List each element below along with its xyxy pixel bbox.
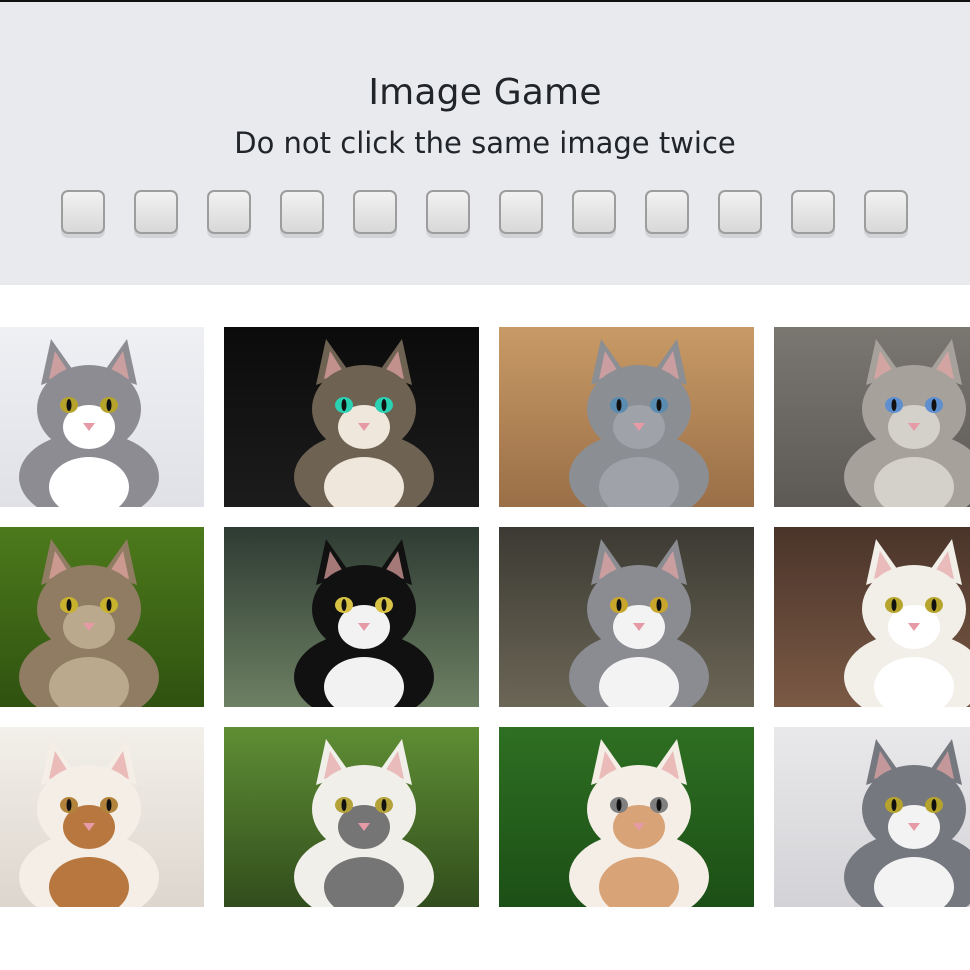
cat-photo [224, 527, 479, 707]
cat-photo [0, 327, 204, 507]
gray-white-cat-image[interactable] [0, 327, 204, 507]
score-box [61, 190, 105, 234]
score-box [280, 190, 324, 234]
cat-photo [499, 527, 754, 707]
cat-photo [774, 527, 970, 707]
score-box [499, 190, 543, 234]
score-box [645, 190, 689, 234]
gray-kitten-blanket-image[interactable] [774, 727, 970, 907]
score-box [426, 190, 470, 234]
cat-photo [0, 527, 204, 707]
orange-white-cat-grass-image[interactable] [499, 727, 754, 907]
score-box [864, 190, 908, 234]
tabby-cat-in-flowers-image[interactable] [0, 527, 204, 707]
score-box [791, 190, 835, 234]
gray-white-cat-lying-image[interactable] [499, 527, 754, 707]
page-subtitle: Do not click the same image twice [234, 126, 736, 160]
cat-face-blue-eyes-image[interactable] [774, 327, 970, 507]
cat-photo [499, 727, 754, 907]
white-gray-cat-grass-image[interactable] [224, 727, 479, 907]
cat-photo [224, 727, 479, 907]
score-box [572, 190, 616, 234]
calico-cat-window-image[interactable] [0, 727, 204, 907]
score-boxes [61, 190, 913, 246]
gray-scottish-fold-kitten-image[interactable] [499, 327, 754, 507]
header-panel: Image Game Do not click the same image t… [0, 2, 970, 285]
black-white-cat-garden-image[interactable] [224, 527, 479, 707]
tabby-cat-dark-image[interactable] [224, 327, 479, 507]
cat-photo [224, 327, 479, 507]
score-box [134, 190, 178, 234]
cat-photo [0, 727, 204, 907]
cat-photo [774, 327, 970, 507]
cat-photo [774, 727, 970, 907]
score-box [718, 190, 762, 234]
score-box [207, 190, 251, 234]
white-cat-portrait-image[interactable] [774, 527, 970, 707]
score-box [353, 190, 397, 234]
cat-photo [499, 327, 754, 507]
page-title: Image Game [368, 72, 602, 113]
